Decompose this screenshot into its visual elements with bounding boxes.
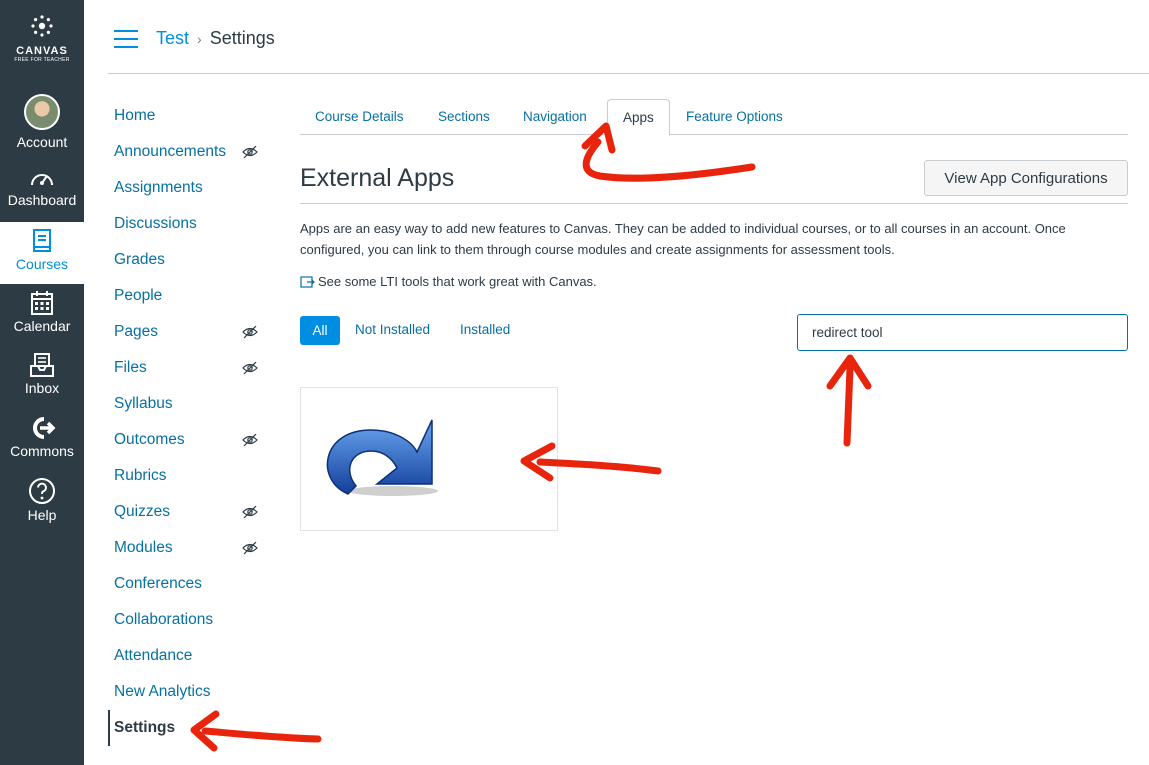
gnav-dashboard[interactable]: Dashboard (0, 168, 84, 230)
annotation-arrow-search (843, 364, 854, 447)
page-title: External Apps (300, 164, 455, 192)
course-nav-item-home[interactable]: Home (108, 98, 268, 134)
gnav-dashboard-label: Dashboard (7, 192, 77, 208)
breadcrumb-current: Settings (209, 28, 275, 48)
hidden-eye-icon (242, 541, 258, 555)
breadcrumb-course-link[interactable]: Test (156, 28, 189, 48)
course-nav-item-rubrics[interactable]: Rubrics (108, 458, 268, 494)
course-nav-label: People (114, 287, 163, 304)
calendar-icon (31, 291, 53, 315)
gnav-commons[interactable]: Commons (0, 415, 84, 477)
heading-divider (300, 203, 1128, 204)
gnav-help[interactable]: Help (0, 477, 84, 539)
hidden-eye-icon (242, 361, 258, 375)
course-nav-label: Attendance (114, 647, 193, 664)
filter-all-button[interactable]: All (300, 316, 340, 345)
course-nav-item-new-analytics[interactable]: New Analytics (108, 674, 268, 710)
course-nav-item-files[interactable]: Files (108, 350, 268, 386)
logo-word: CANVAS (16, 45, 68, 57)
course-nav-item-discussions[interactable]: Discussions (108, 206, 268, 242)
breadcrumb-separator: › (197, 31, 202, 47)
course-nav-label: Pages (114, 323, 158, 340)
avatar (24, 94, 60, 130)
logo-subtitle: FREE FOR TEACHER (14, 57, 70, 63)
courses-icon (33, 229, 51, 252)
view-app-configurations-button[interactable]: View App Configurations (924, 160, 1128, 196)
gnav-help-label: Help (27, 507, 57, 523)
annotation-arrowhead-search (826, 354, 872, 390)
course-nav-label: Rubrics (114, 467, 167, 484)
course-nav-item-settings[interactable]: Settings (108, 710, 268, 746)
app-card[interactable] (300, 387, 558, 531)
filter-not-installed[interactable]: Not Installed (355, 322, 430, 337)
course-nav-item-modules[interactable]: Modules (108, 530, 268, 566)
course-nav-item-announcements[interactable]: Announcements (108, 134, 268, 170)
course-nav-item-pages[interactable]: Pages (108, 314, 268, 350)
course-nav-label: Files (114, 359, 147, 376)
canvas-logo[interactable]: CANVAS FREE FOR TEACHER (0, 14, 84, 63)
course-nav-label: Syllabus (114, 395, 173, 412)
apps-description: Apps are an easy way to add new features… (300, 221, 1066, 257)
gnav-inbox-label: Inbox (24, 380, 60, 396)
redirect-arrow-icon (326, 419, 438, 496)
gnav-account[interactable]: Account (0, 94, 84, 156)
app-search-input[interactable] (797, 314, 1128, 351)
course-nav-item-people[interactable]: People (108, 278, 268, 314)
course-nav-label: Conferences (114, 575, 202, 592)
gnav-courses[interactable]: Courses (0, 222, 84, 284)
course-nav-label: Modules (114, 539, 173, 556)
commons-icon (33, 417, 56, 439)
course-nav-item-outcomes[interactable]: Outcomes (108, 422, 268, 458)
header-divider (108, 73, 1149, 74)
course-nav-label: Quizzes (114, 503, 170, 520)
course-nav-label: Settings (114, 719, 176, 736)
gnav-calendar-label: Calendar (13, 318, 71, 334)
dashboard-icon (31, 174, 53, 186)
course-nav-label: Grades (114, 251, 165, 268)
course-nav-label: Collaborations (114, 611, 214, 628)
course-nav-label: Announcements (114, 143, 227, 160)
canvas-logo-icon (31, 15, 53, 37)
breadcrumb: Test › Settings (156, 28, 275, 49)
hidden-eye-icon (242, 145, 258, 159)
gnav-account-label: Account (16, 134, 68, 150)
course-nav-label: New Analytics (114, 683, 211, 700)
inbox-icon (30, 353, 54, 377)
tab-sections[interactable]: Sections (423, 99, 505, 135)
course-nav-item-quizzes[interactable]: Quizzes (108, 494, 268, 530)
course-nav-item-grades[interactable]: Grades (108, 242, 268, 278)
course-nav-label: Outcomes (114, 431, 185, 448)
global-nav: CANVAS FREE FOR TEACHER Account Dashboar… (0, 0, 84, 765)
hidden-eye-icon (242, 505, 258, 519)
course-nav-item-assignments[interactable]: Assignments (108, 170, 268, 206)
lti-tools-link[interactable]: See some LTI tools that work great with … (300, 274, 597, 289)
tab-feature-options[interactable]: Feature Options (671, 99, 798, 135)
course-nav-item-syllabus[interactable]: Syllabus (108, 386, 268, 422)
settings-tabs: Course Details Sections Navigation Apps … (300, 99, 1128, 136)
hidden-eye-icon (242, 325, 258, 339)
course-nav-item-conferences[interactable]: Conferences (108, 566, 268, 602)
hamburger-menu-icon[interactable] (114, 30, 138, 48)
course-nav-item-collaborations[interactable]: Collaborations (108, 602, 268, 638)
gnav-commons-label: Commons (10, 443, 74, 459)
tab-course-details[interactable]: Course Details (300, 99, 419, 135)
help-icon (29, 478, 55, 504)
hidden-eye-icon (242, 433, 258, 447)
annotation-arrow-apps-tab (582, 138, 756, 182)
course-nav: Home Announcements Assignments Discussions G… (108, 98, 268, 746)
gnav-inbox[interactable]: Inbox (0, 352, 84, 414)
course-nav-label: Discussions (114, 215, 197, 232)
tab-apps[interactable]: Apps (607, 99, 670, 136)
gnav-courses-label: Courses (15, 256, 69, 272)
course-nav-item-attendance[interactable]: Attendance (108, 638, 268, 674)
tab-navigation[interactable]: Navigation (508, 99, 602, 135)
lti-tools-link-text[interactable]: See some LTI tools that work great with … (318, 274, 597, 289)
course-nav-label: Assignments (114, 179, 203, 196)
gnav-calendar[interactable]: Calendar (0, 290, 84, 352)
course-nav-label: Home (114, 107, 156, 124)
filter-installed[interactable]: Installed (460, 322, 510, 337)
external-link-icon (300, 276, 315, 288)
